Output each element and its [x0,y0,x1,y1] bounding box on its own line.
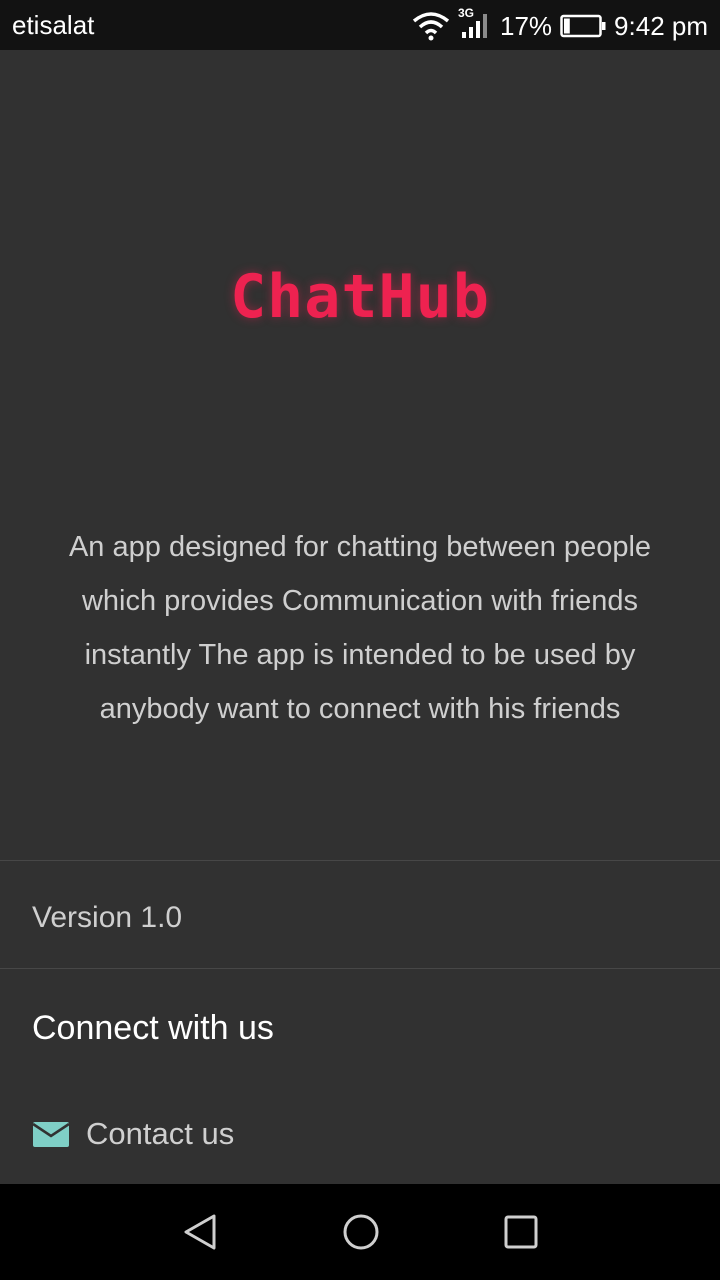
wifi-icon [412,12,450,41]
carrier-name: etisalat [12,10,95,40]
status-bar: etisalat 3G 17% 9:42 pm [0,0,720,50]
contact-us-label: Contact us [86,1116,235,1151]
status-icons: 3G 17% 9:42 pm [412,6,708,44]
home-icon[interactable] [341,1212,381,1252]
app-version: Version 1.0 [32,901,183,934]
back-icon[interactable] [180,1212,220,1252]
battery-percent: 17% [500,11,553,41]
app-description: An app designed for chatting between peo… [68,531,652,725]
signal-icon: 3G [458,6,492,44]
contact-us-link[interactable]: Contact us [32,1112,234,1156]
connect-heading: Connect with us [32,1009,274,1047]
battery-icon [560,14,606,38]
divider [0,968,720,969]
clock: 9:42 pm [614,11,708,41]
app-logo: ChatHub [230,262,490,332]
about-screen: ChatHub An app designed for chatting bet… [0,50,720,1184]
navigation-bar [0,1184,720,1280]
divider [0,860,720,861]
email-icon [32,1122,70,1147]
recents-icon[interactable] [501,1212,541,1252]
